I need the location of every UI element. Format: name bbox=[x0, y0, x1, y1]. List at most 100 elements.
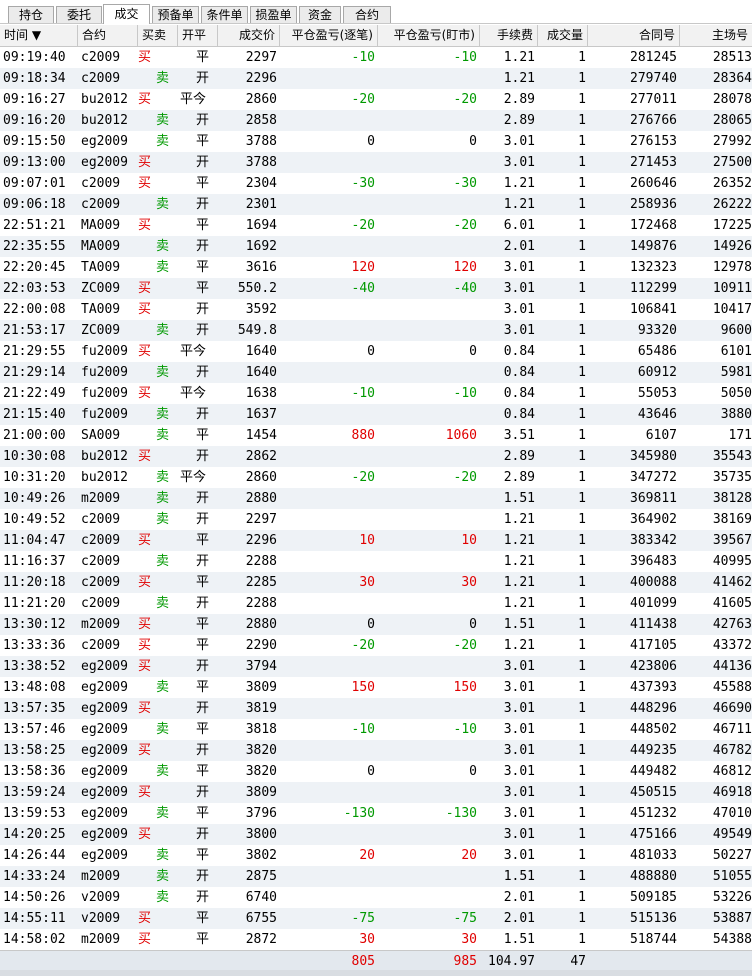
cell-offset: 开 bbox=[196, 827, 210, 842]
table-row[interactable]: 21:29:55 fu2009 买 平今 1640 0 0 0.84 1 65486 6101 bbox=[0, 341, 752, 362]
cell-exchange-id: 46711 bbox=[712, 722, 752, 737]
cell-order-id: 43646 bbox=[637, 407, 677, 422]
cell-direction: 买 bbox=[138, 911, 152, 926]
cell-offset: 开 bbox=[196, 197, 210, 212]
cell-time: 21:29:55 bbox=[3, 344, 66, 359]
column-header-time[interactable]: 时间 ▼ bbox=[0, 25, 78, 46]
tab-trades[interactable]: 成交 bbox=[103, 4, 150, 24]
table-row[interactable]: 09:16:20 bu2012 卖 开 2858 2.89 1 276766 28065 bbox=[0, 110, 752, 131]
cell-contract: fu2009 bbox=[81, 365, 128, 380]
column-header-order-id[interactable]: 合同号 bbox=[588, 25, 680, 46]
table-row[interactable]: 21:53:17 ZC009 卖 开 549.8 3.01 1 93320 9600 bbox=[0, 320, 752, 341]
column-header-direction[interactable]: 买卖 bbox=[138, 25, 178, 46]
tab-stop-profit-orders[interactable]: 损盈单 bbox=[250, 6, 297, 23]
cell-time: 14:20:25 bbox=[3, 827, 66, 842]
cell-direction: 卖 bbox=[156, 722, 170, 737]
cell-order-id: 364902 bbox=[630, 512, 677, 527]
column-header-pnl-each[interactable]: 平仓盈亏(逐笔) bbox=[280, 25, 378, 46]
cell-direction: 卖 bbox=[156, 323, 170, 338]
table-row[interactable]: 14:33:24 m2009 卖 开 2875 1.51 1 488880 51055 bbox=[0, 866, 752, 887]
cell-volume: 1 bbox=[578, 71, 586, 86]
cell-order-id: 260646 bbox=[630, 176, 677, 191]
table-row[interactable]: 09:18:34 c2009 卖 开 2296 1.21 1 279740 28364 bbox=[0, 68, 752, 89]
table-row[interactable]: 22:51:21 MA009 买 平 1694 -20 -20 6.01 1 172468 1722… bbox=[0, 215, 752, 236]
column-header-price[interactable]: 成交价 bbox=[218, 25, 280, 46]
table-row[interactable]: 14:26:44 eg2009 卖 平 3802 20 20 3.01 1 481033 50227 bbox=[0, 845, 752, 866]
table-row[interactable]: 09:06:18 c2009 卖 开 2301 1.21 1 258936 26222 bbox=[0, 194, 752, 215]
cell-pnl-each bbox=[280, 110, 378, 131]
cell-pnl-market bbox=[378, 362, 480, 383]
cell-order-id: 481033 bbox=[630, 848, 677, 863]
tab-preorders[interactable]: 预备单 bbox=[152, 6, 199, 23]
table-row[interactable]: 21:22:49 fu2009 买 平今 1638 -10 -10 0.84 1 55053 505… bbox=[0, 383, 752, 404]
total-volume: 47 bbox=[570, 954, 586, 969]
table-row[interactable]: 13:33:36 c2009 买 平 2290 -20 -20 1.21 1 417105 4337… bbox=[0, 635, 752, 656]
cell-price: 2290 bbox=[245, 638, 277, 653]
table-row[interactable]: 22:35:55 MA009 卖 开 1692 2.01 1 149876 14926 bbox=[0, 236, 752, 257]
cell-pnl-market bbox=[378, 236, 480, 257]
table-row[interactable]: 22:03:53 ZC009 买 平 550.2 -40 -40 3.01 1 112299 109… bbox=[0, 278, 752, 299]
cell-price: 1638 bbox=[245, 386, 277, 401]
table-row[interactable]: 11:16:37 c2009 卖 开 2288 1.21 1 396483 40995 bbox=[0, 551, 752, 572]
table-row[interactable]: 11:21:20 c2009 卖 开 2288 1.21 1 401099 41605 bbox=[0, 593, 752, 614]
cell-time: 13:38:52 bbox=[3, 659, 66, 674]
tab-contracts[interactable]: 合约 bbox=[343, 6, 391, 23]
horizontal-scrollbar[interactable] bbox=[0, 970, 752, 976]
cell-order-id: 449235 bbox=[630, 743, 677, 758]
tab-orders[interactable]: 委托 bbox=[56, 6, 102, 23]
table-row[interactable]: 09:15:50 eg2009 卖 平 3788 0 0 3.01 1 276153 27992 bbox=[0, 131, 752, 152]
table-row[interactable]: 09:19:40 c2009 买 平 2297 -10 -10 1.21 1 281245 2851… bbox=[0, 47, 752, 68]
cell-fee: 0.84 bbox=[503, 365, 535, 380]
table-row[interactable]: 13:38:52 eg2009 买 开 3794 3.01 1 423806 44136 bbox=[0, 656, 752, 677]
table-row[interactable]: 21:00:00 SA009 卖 平 1454 880 1060 3.51 1 6107 171 bbox=[0, 425, 752, 446]
table-row[interactable]: 13:59:24 eg2009 买 开 3809 3.01 1 450515 46918 bbox=[0, 782, 752, 803]
table-row[interactable]: 14:20:25 eg2009 买 开 3800 3.01 1 475166 49549 bbox=[0, 824, 752, 845]
column-header-volume[interactable]: 成交量 bbox=[538, 25, 588, 46]
cell-time: 22:00:08 bbox=[3, 302, 66, 317]
column-header-fee[interactable]: 手续费 bbox=[480, 25, 538, 46]
table-row[interactable]: 10:31:20 bu2012 卖平今 2860 -20 -20 2.89 1 347272 35… bbox=[0, 467, 752, 488]
cell-order-id: 347272 bbox=[630, 470, 677, 485]
table-row[interactable]: 13:58:25 eg2009 买 开 3820 3.01 1 449235 46782 bbox=[0, 740, 752, 761]
cell-exchange-id: 171 bbox=[728, 428, 752, 443]
table-row[interactable]: 13:58:36 eg2009 卖 平 3820 0 0 3.01 1 449482 46812 bbox=[0, 761, 752, 782]
cell-time: 09:07:01 bbox=[3, 176, 66, 191]
cell-contract: c2009 bbox=[81, 575, 121, 590]
cell-volume: 1 bbox=[578, 281, 586, 296]
column-header-exchange-id[interactable]: 主场号 bbox=[680, 25, 752, 46]
table-row[interactable]: 09:07:01 c2009 买 平 2304 -30 -30 1.21 1 260646 2635… bbox=[0, 173, 752, 194]
table-row[interactable]: 21:15:40 fu2009 卖 开 1637 0.84 1 43646 3880 bbox=[0, 404, 752, 425]
cell-fee: 3.01 bbox=[503, 701, 535, 716]
table-row[interactable]: 13:57:35 eg2009 买 开 3819 3.01 1 448296 46690 bbox=[0, 698, 752, 719]
table-row[interactable]: 11:04:47 c2009 买 平 2296 10 10 1.21 1 383342 39567 bbox=[0, 530, 752, 551]
table-row[interactable]: 14:50:26 v2009 卖 开 6740 2.01 1 509185 53226 bbox=[0, 887, 752, 908]
table-row[interactable]: 22:00:08 TA009 买 开 3592 3.01 1 106841 10417 bbox=[0, 299, 752, 320]
table-row[interactable]: 10:30:08 bu2012 买 开 2862 2.89 1 345980 35543 bbox=[0, 446, 752, 467]
tab-funds[interactable]: 资金 bbox=[299, 6, 341, 23]
table-row[interactable]: 10:49:26 m2009 卖 开 2880 1.51 1 369811 38128 bbox=[0, 488, 752, 509]
cell-pnl-each: -75 bbox=[351, 911, 375, 926]
cell-time: 10:30:08 bbox=[3, 449, 66, 464]
table-row[interactable]: 13:59:53 eg2009 卖 平 3796 -130 -130 3.01 1 451232 4… bbox=[0, 803, 752, 824]
table-row[interactable]: 13:48:08 eg2009 卖 平 3809 150 150 3.01 1 437393 455… bbox=[0, 677, 752, 698]
table-row[interactable]: 09:13:00 eg2009 买 开 3788 3.01 1 271453 27500 bbox=[0, 152, 752, 173]
cell-contract: eg2009 bbox=[81, 155, 128, 170]
table-row[interactable]: 14:58:02 m2009 买 平 2872 30 30 1.51 1 518744 54388 bbox=[0, 929, 752, 950]
cell-time: 13:58:25 bbox=[3, 743, 66, 758]
table-row[interactable]: 21:29:14 fu2009 卖 开 1640 0.84 1 60912 5981 bbox=[0, 362, 752, 383]
column-header-offset[interactable]: 开平 bbox=[178, 25, 218, 46]
table-row[interactable]: 14:55:11 v2009 买 平 6755 -75 -75 2.01 1 515136 5388… bbox=[0, 908, 752, 929]
cell-pnl-market: -20 bbox=[453, 92, 477, 107]
tab-positions[interactable]: 持仓 bbox=[8, 6, 54, 23]
column-header-pnl-market[interactable]: 平仓盈亏(盯市) bbox=[378, 25, 480, 46]
column-header-contract[interactable]: 合约 bbox=[78, 25, 138, 46]
cell-time: 09:19:40 bbox=[3, 50, 66, 65]
table-row[interactable]: 13:57:46 eg2009 卖 平 3818 -10 -10 3.01 1 448502 467… bbox=[0, 719, 752, 740]
tab-conditional-orders[interactable]: 条件单 bbox=[201, 6, 248, 23]
table-row[interactable]: 22:20:45 TA009 卖 平 3616 120 120 3.01 1 132323 1297… bbox=[0, 257, 752, 278]
table-row[interactable]: 09:16:27 bu2012 买 平今 2860 -20 -20 2.89 1 277011 28… bbox=[0, 89, 752, 110]
table-row[interactable]: 10:49:52 c2009 卖 开 2297 1.21 1 364902 38169 bbox=[0, 509, 752, 530]
table-row[interactable]: 11:20:18 c2009 买 平 2285 30 30 1.21 1 400088 41462 bbox=[0, 572, 752, 593]
cell-direction: 买 bbox=[138, 827, 152, 842]
table-row[interactable]: 13:30:12 m2009 买 平 2880 0 0 1.51 1 411438 42763 bbox=[0, 614, 752, 635]
